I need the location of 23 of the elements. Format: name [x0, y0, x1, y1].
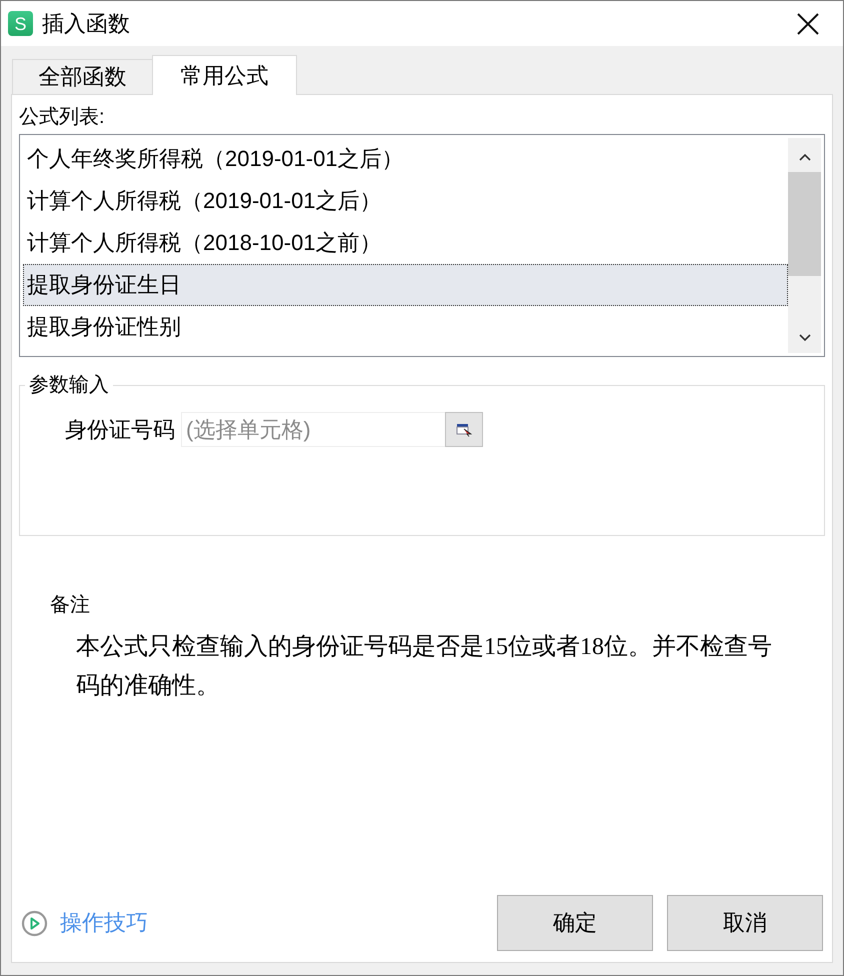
close-icon[interactable] [796, 12, 820, 36]
dialog-button[interactable]: 取消 [667, 895, 823, 951]
list-item[interactable]: 个人年终奖所得税（2019-01-01之后） [23, 138, 788, 180]
list-item[interactable]: 提取身份证生日 [23, 264, 788, 306]
app-logo: S [8, 11, 33, 36]
input-field[interactable]: (选择单元格) [181, 412, 445, 447]
note-text: 本公式只检查输入的身份证号码是否是15位或者18位。并不检查号码的准确性。 [76, 633, 773, 701]
chevron-down-icon[interactable] [798, 333, 812, 343]
note-heading: 备注 [50, 593, 91, 618]
play-icon[interactable] [21, 910, 48, 936]
chevron-up-icon[interactable] [798, 152, 812, 162]
tab[interactable]: 常用公式 [152, 55, 297, 95]
tab[interactable]: 全部函数 [12, 59, 153, 94]
select-range-button[interactable] [445, 412, 483, 447]
scrollbar[interactable] [788, 138, 821, 353]
window-title: 插入函数 [42, 10, 131, 38]
list-item[interactable]: 计算个人所得税（2018-10-01之前） [23, 222, 788, 264]
list-item[interactable]: 计算个人所得税（2019-01-01之后） [23, 180, 788, 222]
list-item[interactable]: 提取身份证性别 [23, 306, 788, 348]
list-label: 公式列表: [19, 105, 106, 130]
field-label: 身份证号码 [65, 416, 175, 444]
cursor-icon [456, 422, 472, 436]
dialog-button[interactable]: 确定 [497, 895, 653, 951]
